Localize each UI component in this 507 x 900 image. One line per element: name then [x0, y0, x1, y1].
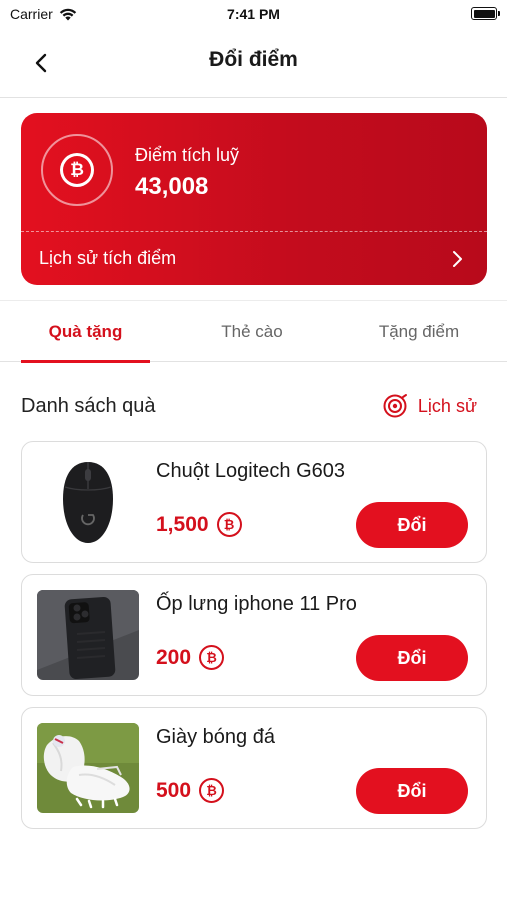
gift-price: 500 ₿ [156, 778, 225, 803]
points-history-label: Lịch sử tích điểm [39, 248, 177, 268]
gift-history-label: Lịch sử [417, 395, 477, 416]
points-card: ₿ Điểm tích luỹ 43,008 Lịch sử tích điểm [21, 113, 487, 285]
redeem-button[interactable]: Đổi [356, 635, 468, 681]
gift-name: Ốp lưng iphone 11 Pro [156, 593, 357, 615]
redeem-button[interactable]: Đổi [356, 502, 468, 548]
gift-name: Giày bóng đá [156, 726, 275, 748]
tab-gifts[interactable]: Quà tặng [21, 301, 150, 363]
points-value: 43,008 [135, 173, 209, 200]
gift-card[interactable]: Ốp lưng iphone 11 Pro 200 ₿ Đổi [21, 574, 487, 696]
nav-bar: Đổi điểm [0, 28, 507, 98]
gift-card[interactable]: Giày bóng đá 500 ₿ Đổi [21, 707, 487, 829]
gift-list-title: Danh sách quà [21, 395, 156, 417]
points-history-link[interactable]: Lịch sử tích điểm [21, 232, 487, 285]
status-time: 7:41 PM [227, 6, 280, 22]
gift-price-value: 200 [156, 645, 192, 669]
gift-name: Chuột Logitech G603 [156, 460, 346, 482]
bitcoin-icon: ₿ [63, 156, 91, 184]
points-label: Điểm tích luỹ [135, 145, 240, 165]
gift-price: 200 ₿ [156, 645, 225, 670]
redeem-button[interactable]: Đổi [356, 768, 468, 814]
status-bar: Carrier 7:41 PM [0, 0, 507, 28]
gift-history-link[interactable]: Lịch sử [382, 393, 477, 419]
tab-bar: Quà tặng Thẻ cào Tặng điểm [0, 300, 507, 363]
gift-card[interactable]: Chuột Logitech G603 1,500 ₿ Đổi [21, 441, 487, 563]
history-icon [383, 394, 407, 418]
chevron-right-icon [453, 251, 462, 267]
bitcoin-icon: ₿ [216, 512, 242, 537]
bitcoin-icon: ₿ [199, 645, 225, 670]
battery-icon [471, 7, 500, 20]
phone-case-image [37, 590, 139, 680]
mouse-image [37, 457, 139, 547]
gift-price: 1,500 ₿ [156, 512, 242, 537]
bitcoin-icon: ₿ [199, 778, 225, 803]
gift-price-value: 1,500 [156, 512, 209, 536]
football-boots-image [37, 723, 139, 813]
gift-price-value: 500 [156, 778, 192, 802]
tab-scratch-cards[interactable]: Thẻ cào [190, 301, 314, 362]
tab-give-points[interactable]: Tặng điểm [354, 301, 484, 362]
coin-badge: ₿ [41, 134, 113, 206]
page-title: Đổi điểm [209, 48, 298, 71]
